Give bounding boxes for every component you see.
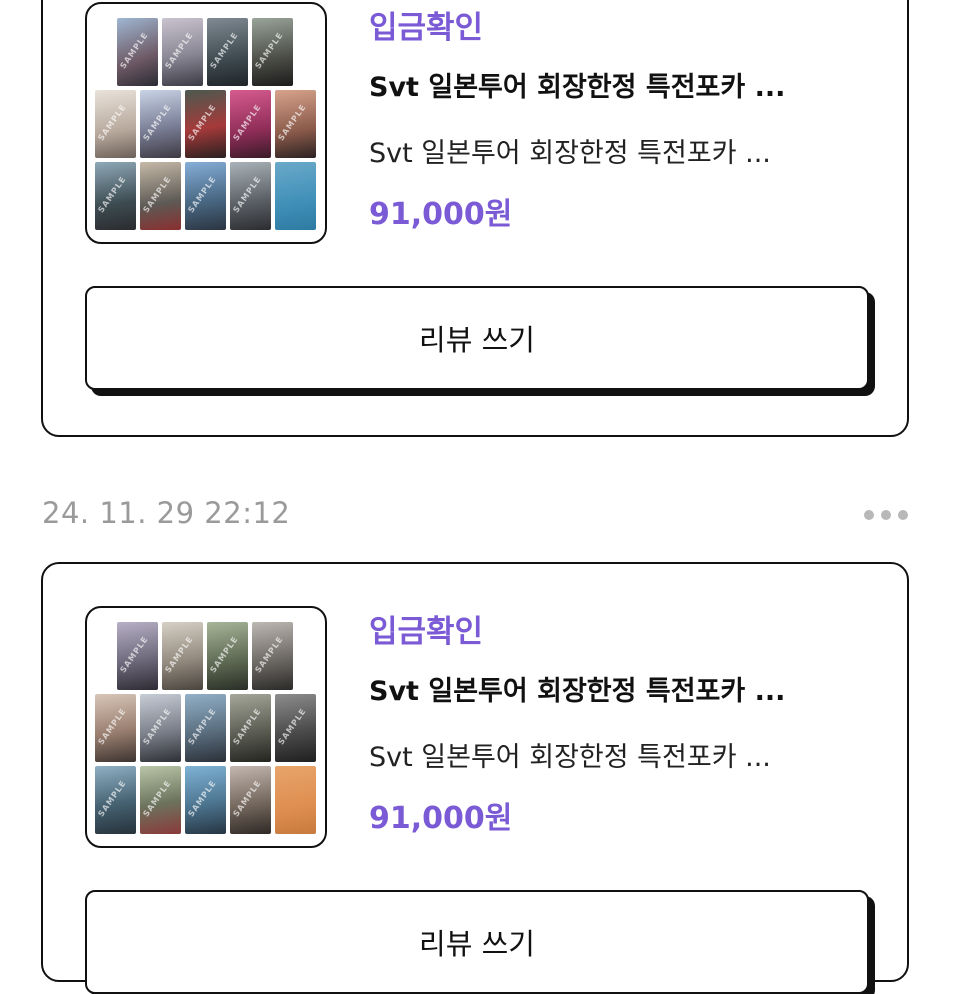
product-price: 91,000원 [369, 197, 513, 232]
product-subtitle: Svt 일본투어 회장한정 특전포카 ... [369, 138, 771, 169]
product-thumbnail[interactable] [85, 2, 327, 244]
order-date: 24. 11. 29 22:12 [42, 496, 291, 530]
dot [881, 510, 891, 520]
write-review-button[interactable]: 리뷰 쓰기 [85, 890, 869, 994]
photocard-collage [95, 618, 319, 840]
product-title[interactable]: Svt 일본투어 회장한정 특전포카 ... [369, 674, 785, 710]
order-info: 입금확인 Svt 일본투어 회장한정 특전포카 ... Svt 일본투어 회장한… [369, 8, 785, 234]
dot [898, 510, 908, 520]
order-card: 입금확인 Svt 일본투어 회장한정 특전포카 ... Svt 일본투어 회장한… [41, 562, 909, 994]
product-price: 91,000원 [369, 801, 513, 836]
order-info: 입금확인 Svt 일본투어 회장한정 특전포카 ... Svt 일본투어 회장한… [369, 612, 785, 838]
product-title[interactable]: Svt 일본투어 회장한정 특전포카 ... [369, 70, 785, 106]
product-subtitle: Svt 일본투어 회장한정 특전포카 ... [369, 742, 771, 773]
product-thumbnail[interactable] [85, 606, 327, 848]
order-status: 입금확인 [369, 614, 484, 650]
dot [864, 510, 874, 520]
write-review-button[interactable]: 리뷰 쓰기 [85, 286, 869, 390]
order-status: 입금확인 [369, 10, 484, 46]
order-card: 입금확인 Svt 일본투어 회장한정 특전포카 ... Svt 일본투어 회장한… [41, 0, 909, 437]
photocard-collage [95, 14, 319, 236]
more-horizontal-icon[interactable] [864, 506, 908, 524]
